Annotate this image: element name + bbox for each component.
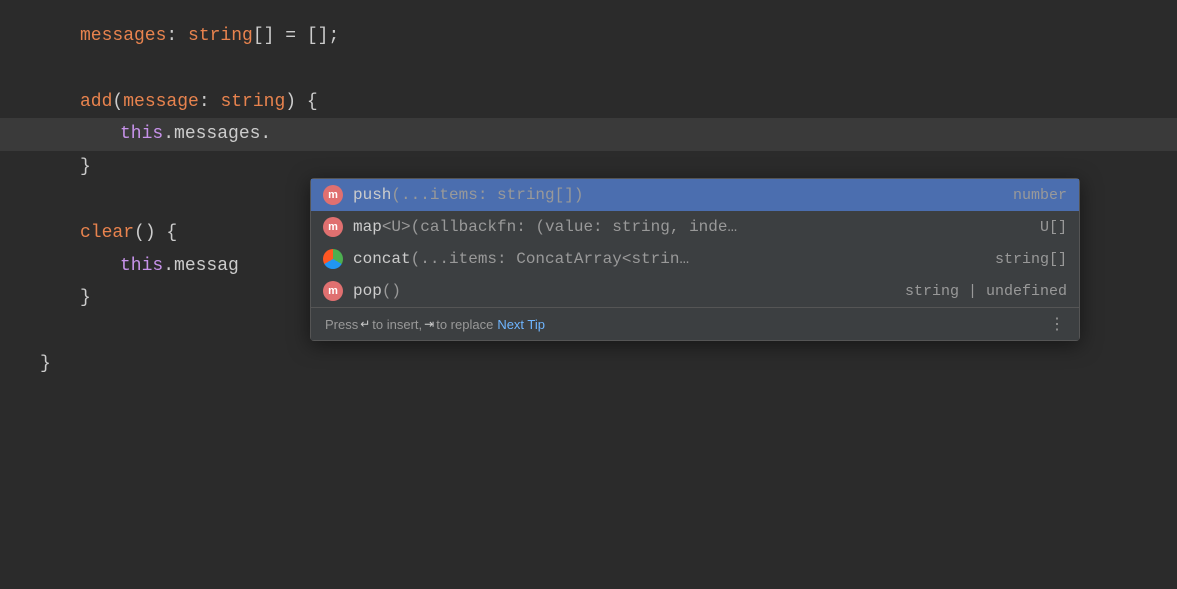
autocomplete-item-concat[interactable]: concat(...items: ConcatArray<strin… stri… (311, 243, 1079, 275)
autocomplete-item-pop[interactable]: m pop() string | undefined (311, 275, 1079, 307)
code-line-blank-1 (0, 53, 1177, 86)
autocomplete-label-concat: concat(...items: ConcatArray<strin… (353, 250, 917, 268)
token: clear (80, 219, 134, 248)
autocomplete-item-map[interactable]: m map<U>(callbackfn: (value: string, ind… (311, 211, 1079, 243)
token: ) { (285, 88, 317, 117)
token: () { (134, 219, 177, 248)
footer-insert-text: to insert, (372, 317, 422, 332)
method-icon-pop: m (323, 281, 343, 301)
token: string (220, 88, 285, 117)
footer-next-tip[interactable]: Next Tip (497, 317, 545, 332)
token: } (80, 284, 91, 313)
token: } (40, 350, 51, 379)
method-icon-concat (323, 249, 343, 269)
code-line-3: add(message: string) { (0, 86, 1177, 119)
token: string (188, 22, 253, 51)
token: message (123, 88, 199, 117)
token: : (199, 88, 221, 117)
autocomplete-label-pop: pop() (353, 282, 895, 300)
method-icon-map: m (323, 217, 343, 237)
autocomplete-type-map: U[] (927, 219, 1067, 236)
autocomplete-label-push: push(...items: string[]) (353, 186, 917, 204)
token: .messag (163, 252, 239, 281)
token: this (120, 252, 163, 281)
autocomplete-item-push[interactable]: m push(...items: string[]) number (311, 179, 1079, 211)
token: this (120, 120, 163, 149)
token: .messages. (163, 120, 271, 149)
token: : (166, 22, 188, 51)
footer-press-label: Press (325, 317, 358, 332)
footer-replace-text: to replace (436, 317, 493, 332)
more-options-icon[interactable]: ⋮ (1049, 314, 1065, 334)
token: ( (112, 88, 123, 117)
autocomplete-label-map: map<U>(callbackfn: (value: string, inde… (353, 218, 917, 236)
code-line-1: messages: string[] = []; (0, 20, 1177, 53)
autocomplete-popup: m push(...items: string[]) number m map<… (310, 178, 1080, 341)
footer-replace-key: ⇥ (424, 317, 434, 331)
autocomplete-footer: Press ↵ to insert, ⇥ to replace Next Tip… (311, 307, 1079, 340)
code-editor: messages: string[] = []; add(message: st… (0, 0, 1177, 589)
footer-insert-key: ↵ (360, 317, 370, 331)
code-line-11: } (0, 348, 1177, 381)
code-line-4: this.messages. (0, 118, 1177, 151)
autocomplete-type-concat: string[] (927, 251, 1067, 268)
token: messages (80, 22, 166, 51)
token: } (80, 153, 91, 182)
autocomplete-type-push: number (927, 187, 1067, 204)
autocomplete-type-pop: string | undefined (905, 283, 1067, 300)
method-icon-push: m (323, 185, 343, 205)
token: add (80, 88, 112, 117)
token: [] = []; (253, 22, 339, 51)
